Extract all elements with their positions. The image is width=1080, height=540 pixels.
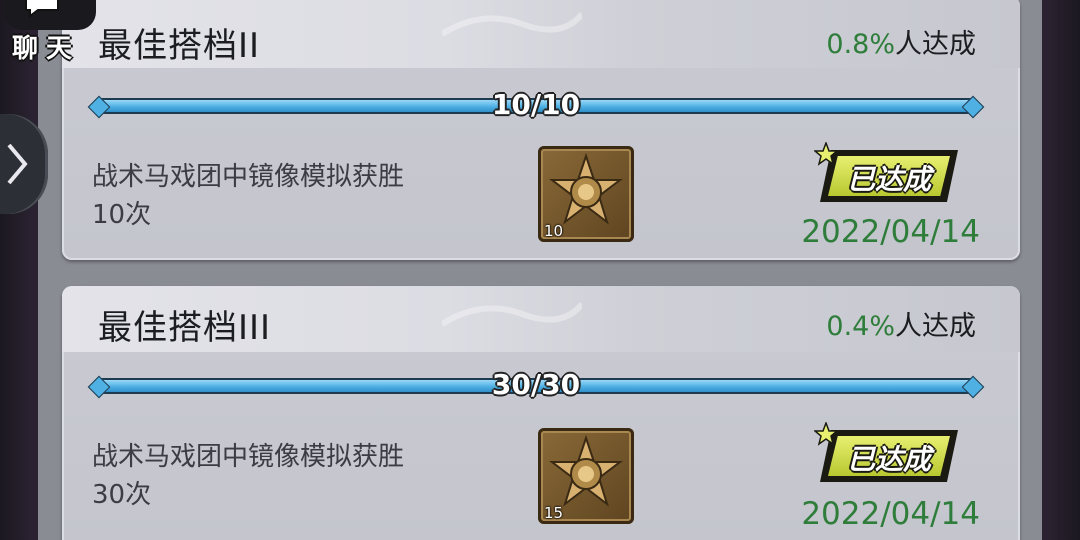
- achievement-title: 最佳搭档II: [98, 26, 261, 66]
- badge-label: 已达成: [846, 163, 931, 196]
- description-line-1: 战术马戏团中镜像模拟获胜: [92, 442, 405, 472]
- chevron-right-icon: [7, 143, 28, 185]
- achievement-percent: 0.4%人达成: [826, 304, 976, 343]
- progress-bar: 10/10: [87, 88, 985, 121]
- percent-suffix: 人达成: [895, 311, 976, 342]
- achievement-description: 战术马戏团中镜像模拟获胜 10次: [92, 158, 404, 234]
- header-decoration-icon: [442, 302, 582, 327]
- header-decoration-icon: [442, 12, 582, 37]
- achievement-description: 战术马戏团中镜像模拟获胜 30次: [92, 438, 404, 514]
- chat-button[interactable]: 聊天: [0, 0, 100, 64]
- achievement-card[interactable]: 最佳搭档III 0.4%人达成 30/30 战术马戏团中镜像模拟获胜 30次 1…: [62, 286, 1020, 540]
- progress-text: 30/30: [491, 368, 581, 401]
- percent-suffix: 人达成: [895, 29, 976, 60]
- completed-badge: 已达成: [814, 422, 974, 492]
- achievement-card[interactable]: 最佳搭档II 0.8%人达成 10/10 战术马戏团中镜像模拟获胜 10次 10…: [62, 0, 1020, 260]
- percent-value: 0.4%: [826, 311, 895, 342]
- star-medal-icon: [549, 434, 623, 507]
- completion-date: 2022/04/14: [801, 496, 980, 532]
- description-line-2: 30次: [92, 480, 152, 510]
- star-medal-icon: [549, 152, 623, 225]
- chat-bubble-icon: [25, 0, 59, 18]
- description-line-1: 战术马戏团中镜像模拟获胜: [92, 162, 405, 192]
- achievement-percent: 0.8%人达成: [826, 22, 976, 61]
- reward-medal[interactable]: 10: [538, 146, 634, 242]
- completed-badge: 已达成: [814, 142, 974, 212]
- description-line-2: 10次: [92, 200, 152, 230]
- progress-bar: 30/30: [87, 368, 985, 401]
- percent-value: 0.8%: [826, 29, 895, 60]
- medal-count: 10: [544, 222, 564, 240]
- medal-count: 15: [544, 504, 564, 522]
- completion-date: 2022/04/14: [801, 214, 980, 250]
- reward-medal[interactable]: 15: [538, 428, 634, 524]
- chat-label: 聊天: [12, 34, 81, 64]
- badge-label: 已达成: [846, 443, 931, 476]
- achievement-title: 最佳搭档III: [98, 308, 272, 348]
- progress-text: 10/10: [491, 88, 581, 121]
